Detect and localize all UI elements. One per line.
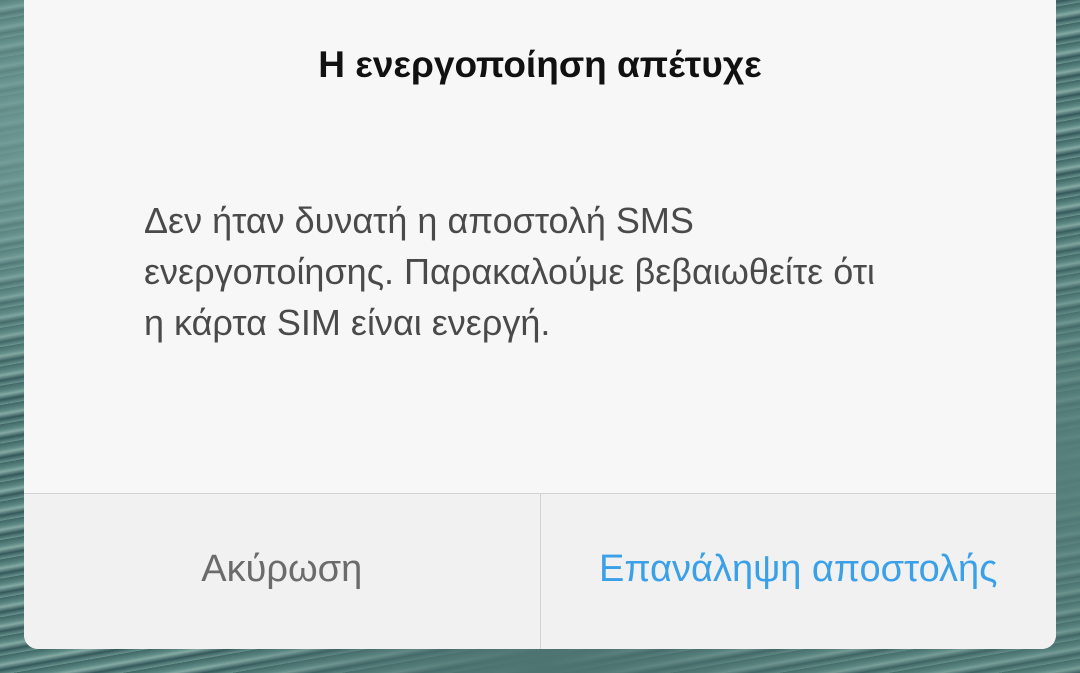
dialog-message: Δεν ήταν δυνατή η αποστολή SMS ενεργοποί…: [144, 200, 875, 343]
dialog-button-bar: Ακύρωση Επανάληψη αποστολής: [24, 493, 1056, 649]
activation-failed-dialog: Η ενεργοποίηση απέτυχε Δεν ήταν δυνατή η…: [24, 0, 1056, 649]
resend-button[interactable]: Επανάληψη αποστολής: [541, 494, 1057, 649]
cancel-button[interactable]: Ακύρωση: [24, 494, 541, 649]
dialog-title: Η ενεργοποίηση απέτυχε: [318, 44, 762, 85]
